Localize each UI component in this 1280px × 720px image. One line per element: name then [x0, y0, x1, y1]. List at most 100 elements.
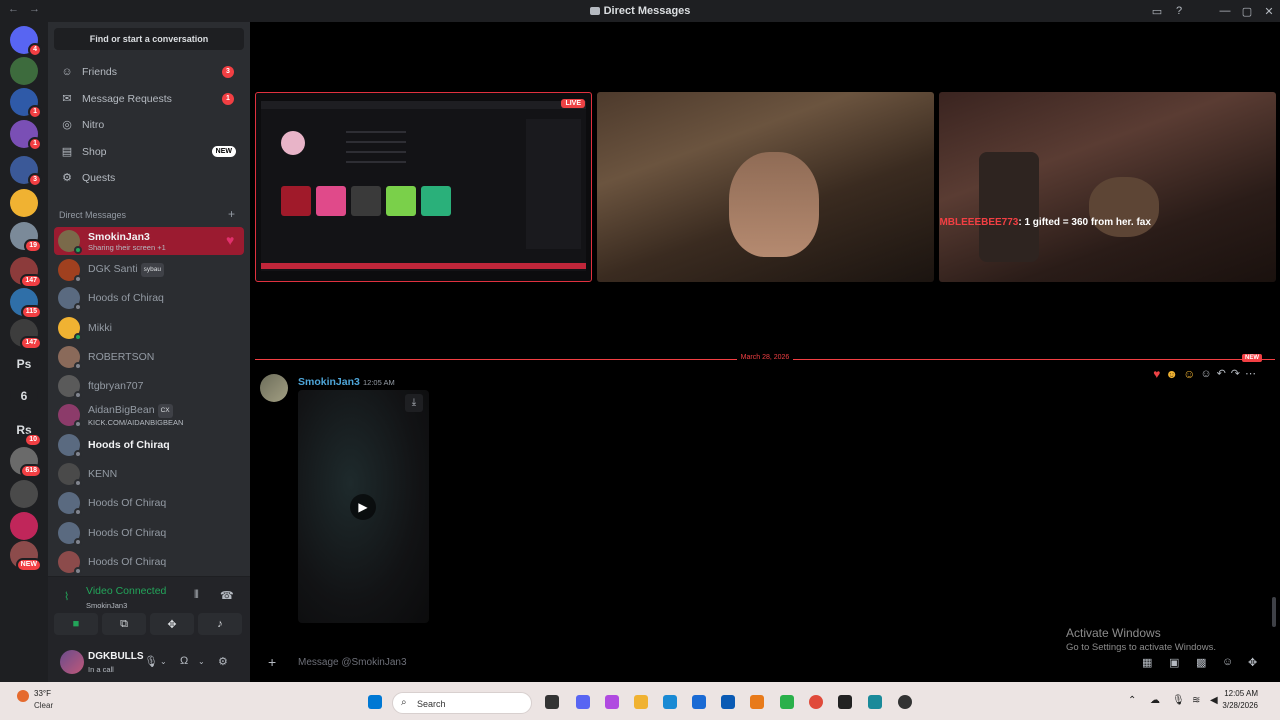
message-input[interactable]: Message @SmokinJan3 [298, 657, 407, 668]
create-dm-icon[interactable]: + [228, 207, 235, 221]
dm-item[interactable]: ROBERTSON [54, 343, 244, 371]
chrome-icon[interactable] [809, 695, 823, 709]
noise-suppression-icon[interactable]: ⦀ [194, 589, 199, 602]
message-author[interactable]: SmokinJan3 [298, 376, 360, 388]
user-avatar[interactable] [60, 650, 84, 674]
voice-channel[interactable]: SmokinJan3 [86, 601, 127, 610]
server-icon[interactable] [10, 57, 38, 85]
heart-reaction-icon[interactable]: ♥ [1153, 367, 1160, 381]
server-icon[interactable]: 147 [10, 319, 42, 350]
minimize-button[interactable]: — [1214, 5, 1236, 17]
attach-icon[interactable]: + [268, 654, 276, 670]
dm-item[interactable]: Hoods of Chiraq [54, 431, 244, 459]
onedrive-icon[interactable]: ☁ [1150, 695, 1160, 706]
epic-games-icon[interactable] [838, 695, 852, 709]
server-icon[interactable]: 3 [10, 156, 42, 187]
volume-icon[interactable]: ◀ [1210, 695, 1218, 706]
stream-tile-camera-1[interactable] [597, 92, 934, 282]
mic-icon[interactable]: 🎙 [144, 655, 158, 668]
sticker-icon[interactable]: ▩ [1196, 656, 1206, 669]
gif-icon[interactable]: ▣ [1169, 656, 1179, 669]
tray-expand-icon[interactable]: ⌃ [1128, 695, 1136, 706]
nav-quests[interactable]: ⚙ Quests [54, 166, 244, 190]
nav-nitro[interactable]: ◎ Nitro [54, 113, 244, 137]
mic-tray-icon[interactable]: 🎙 [1172, 695, 1185, 706]
xbox-icon[interactable] [780, 695, 794, 709]
smile-reaction-icon[interactable]: ☺ [1183, 367, 1195, 381]
message-avatar[interactable] [260, 374, 288, 402]
reply-icon[interactable]: ↶ [1217, 367, 1226, 381]
dm-item[interactable]: Hoods Of Chiraq [54, 548, 244, 576]
mic-chevron-icon[interactable]: ⌄ [160, 657, 167, 666]
store-icon[interactable] [692, 695, 706, 709]
stream-tile-screen[interactable]: LIVE [255, 92, 592, 282]
disconnect-icon[interactable]: ☎ [220, 589, 234, 602]
outlook-icon[interactable] [721, 695, 735, 709]
server-icon[interactable]: Ps [10, 350, 38, 378]
server-icon[interactable]: NEW [10, 541, 42, 572]
play-button[interactable]: ▶ [350, 494, 376, 520]
emoji-icon[interactable]: ☺ [1222, 656, 1233, 668]
headphones-icon[interactable]: Ω [180, 655, 188, 667]
nav-friends[interactable]: ☺ Friends 3 [54, 60, 244, 84]
server-icon[interactable] [10, 189, 38, 217]
activities-button[interactable]: ✥ [150, 613, 194, 635]
vlc-icon[interactable] [750, 695, 764, 709]
close-button[interactable]: ✕ [1258, 5, 1280, 18]
task-view-icon[interactable] [545, 695, 559, 709]
file-explorer-icon[interactable] [634, 695, 648, 709]
video-attachment[interactable]: ⤓ ▶ [298, 390, 429, 623]
screen-share-button[interactable]: ⧉ [102, 613, 146, 635]
stream-tile-camera-2[interactable]: BUMBLEEEBEE773: 1 gifted = 360 from her.… [939, 92, 1276, 282]
discord-taskbar-icon[interactable] [576, 695, 590, 709]
weather-icon[interactable] [17, 690, 29, 702]
edge-icon[interactable] [663, 695, 677, 709]
dm-item[interactable]: DGK Santi sybau [54, 256, 244, 284]
server-icon[interactable]: Rs 10 [10, 416, 42, 447]
server-icon[interactable]: 115 [10, 288, 42, 319]
soundboard-button[interactable]: ♪ [198, 613, 242, 635]
server-icon[interactable]: 19 [10, 222, 42, 253]
nav-shop[interactable]: ▤ Shop NEW [54, 140, 244, 164]
dm-item[interactable]: Hoods Of Chiraq [54, 519, 244, 547]
dm-item[interactable]: Hoods of Chiraq [54, 284, 244, 312]
script-app-icon[interactable] [868, 695, 882, 709]
find-conversation-button[interactable]: Find or start a conversation [54, 28, 244, 50]
server-icon[interactable]: 147 [10, 257, 42, 288]
weather-temp[interactable]: 33°F [34, 689, 51, 698]
more-icon[interactable]: ⋯ [1245, 367, 1256, 381]
settings-icon[interactable]: ⚙ [218, 655, 228, 668]
server-icon[interactable]: 1 [10, 88, 42, 119]
wifi-icon[interactable]: ≋ [1192, 695, 1200, 706]
start-icon[interactable] [368, 695, 382, 709]
add-reaction-icon[interactable]: ☺ [1200, 367, 1211, 381]
dm-item[interactable]: ftgbryan707 [54, 372, 244, 400]
weather-condition[interactable]: Clear [34, 701, 53, 710]
inbox-icon[interactable]: ▭ [1146, 5, 1168, 18]
camera-button[interactable]: ■ [54, 613, 98, 635]
dm-item[interactable]: AidanBigBean CX KICK.COM/AIDANBIGBEAN [54, 401, 244, 429]
dm-item[interactable]: SmokinJan3 Sharing their screen +1 ♥ [54, 227, 244, 255]
gift-icon[interactable]: ▦ [1142, 656, 1152, 669]
server-icon[interactable]: 1 [10, 120, 42, 151]
username[interactable]: DGKBULLS [88, 651, 144, 662]
nav-message-requests[interactable]: ✉ Message Requests 1 [54, 87, 244, 111]
chat-scrollbar[interactable] [1272, 597, 1276, 627]
taskbar-search[interactable]: ⌕ Search [392, 692, 532, 714]
obs-icon[interactable] [898, 695, 912, 709]
apps-icon[interactable]: ✥ [1248, 656, 1257, 669]
server-icon[interactable]: 4 [10, 26, 42, 57]
dm-item[interactable]: Mikki [54, 314, 244, 342]
laugh-reaction-icon[interactable]: ☻ [1165, 367, 1178, 381]
server-icon[interactable]: 6 [10, 382, 38, 410]
headphones-chevron-icon[interactable]: ⌄ [198, 657, 205, 666]
server-icon[interactable] [10, 480, 38, 508]
download-icon[interactable]: ⤓ [405, 394, 423, 412]
maximize-button[interactable]: ▢ [1236, 5, 1258, 18]
taskbar-clock[interactable]: 12:05 AM 3/28/2026 [1222, 688, 1258, 712]
server-icon[interactable]: 618 [10, 447, 42, 478]
forward-icon[interactable]: ↷ [1231, 367, 1240, 381]
dm-item[interactable]: Hoods Of Chiraq [54, 489, 244, 517]
dm-item[interactable]: KENN [54, 460, 244, 488]
server-icon[interactable] [10, 512, 38, 540]
